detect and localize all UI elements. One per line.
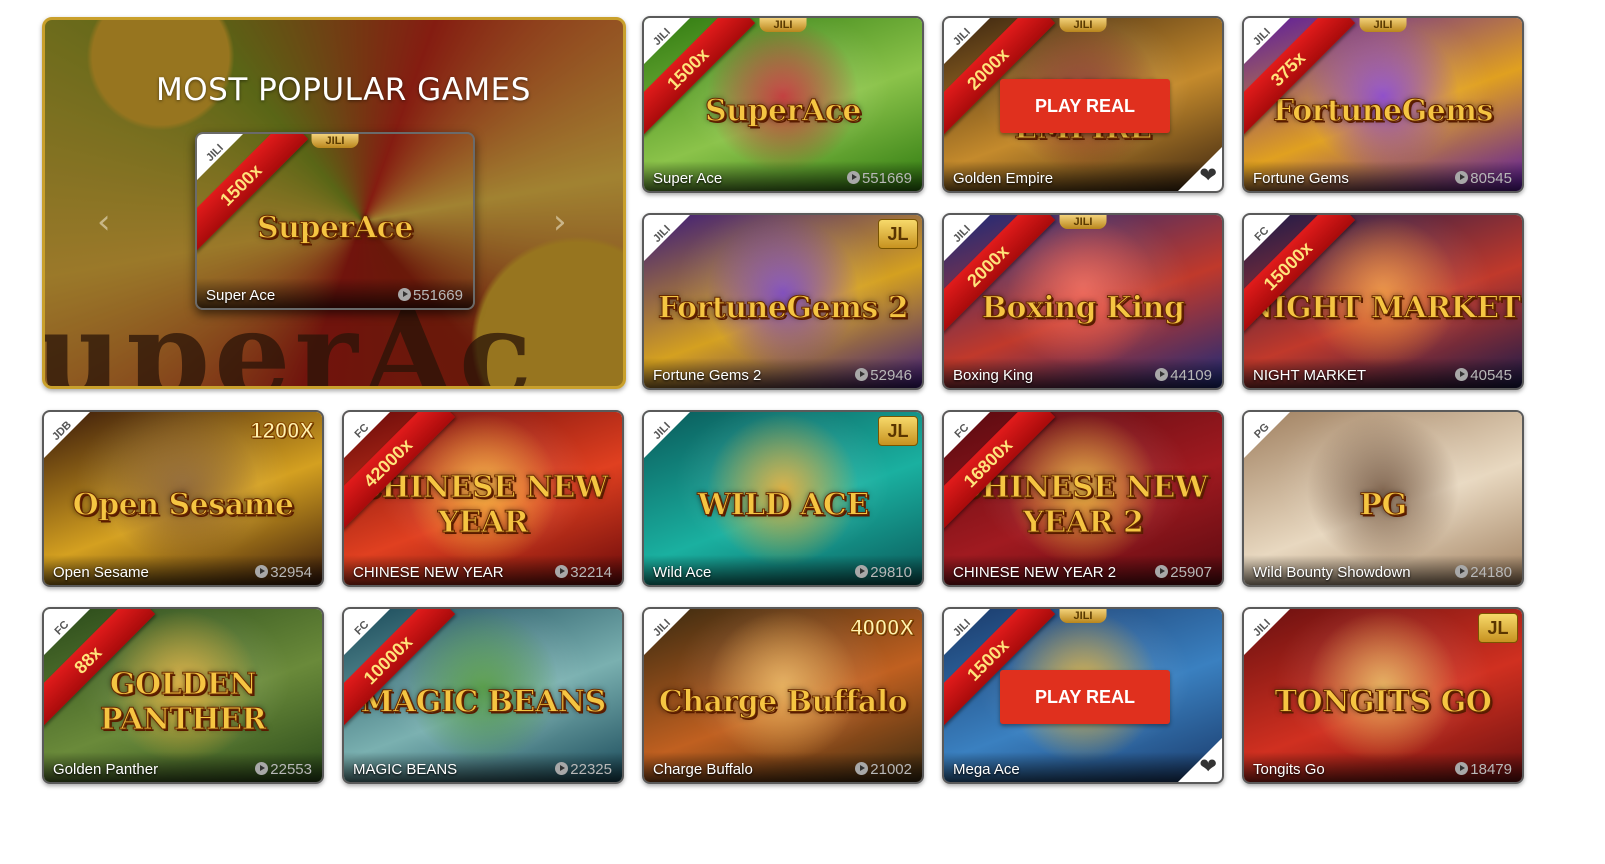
game-logo: SuperAce <box>257 210 414 246</box>
game-logo: MAGIC BEANS <box>360 684 607 720</box>
play-icon <box>1455 565 1469 578</box>
carousel-next-arrow[interactable]: › <box>553 202 567 242</box>
game-title: Golden Panther <box>53 761 159 778</box>
game-card-boxing-king[interactable]: JILI Boxing King 2000x JILI Boxing King 44109 <box>942 213 1224 390</box>
jl-badge: JL <box>878 416 918 446</box>
banner-title: MOST POPULAR GAMES <box>156 72 531 108</box>
play-icon <box>1455 171 1469 184</box>
game-card-mega-ace[interactable]: JILIMegaAce1500xJILIMega AcePLAY REAL❤ <box>942 607 1224 784</box>
play-icon <box>255 565 269 578</box>
game-logo: Open Sesame <box>72 487 294 523</box>
game-card-open-sesame[interactable]: 1200X Open Sesame JDB Open Sesame 32954 <box>42 410 324 587</box>
game-logo: SuperAce <box>705 93 862 129</box>
brand-tag: JILI <box>311 134 359 148</box>
game-card-chinese-new-year[interactable]: CHINESE NEW YEAR 42000x FC CHINESE NEW YEAR… <box>342 410 624 587</box>
play-count: 25907 <box>1155 564 1212 581</box>
play-count: 32214 <box>555 564 612 581</box>
play-icon <box>555 762 569 775</box>
play-count: 29810 <box>855 564 912 581</box>
game-card-wild-ace[interactable]: JL WILD ACE JILI Wild Ace 29810 <box>642 410 924 587</box>
carousel-prev-arrow[interactable]: ‹ <box>97 202 111 242</box>
game-logo: TONGITS GO <box>1274 684 1492 720</box>
game-title: NIGHT MARKET <box>1253 367 1367 384</box>
jl-badge: JL <box>878 219 918 249</box>
game-title: Fortune Gems 2 <box>653 367 762 384</box>
play-count: 52946 <box>855 367 912 384</box>
brand-tag: JILI <box>759 18 807 32</box>
jl-badge: JL <box>1478 613 1518 643</box>
most-popular-banner: uperAc MOST POPULAR GAMES ‹ › JILI Super… <box>42 17 626 389</box>
game-card-golden-empire[interactable]: JILIGOLDEN EMPIRE2000xJILIGolden EmpireP… <box>942 16 1224 193</box>
brand-tag: JILI <box>1059 609 1107 623</box>
game-title: CHINESE NEW YEAR <box>353 564 504 581</box>
play-icon <box>1155 565 1169 578</box>
play-count: 40545 <box>1455 367 1512 384</box>
game-title: CHINESE NEW YEAR 2 <box>953 564 1117 581</box>
game-title: Super Ace <box>653 170 723 187</box>
multiplier-label: 4000X <box>850 615 915 641</box>
heart-icon[interactable]: ❤ <box>1199 163 1217 188</box>
play-count: 44109 <box>1155 367 1212 384</box>
game-title: Golden Empire <box>953 170 1054 187</box>
play-count: 551669 <box>397 287 463 304</box>
game-logo: Boxing King <box>981 290 1185 326</box>
play-icon <box>555 565 569 578</box>
game-title: MAGIC BEANS <box>353 761 458 778</box>
game-logo: Charge Buffalo <box>658 684 908 720</box>
game-card-fortune-gems-2[interactable]: JL FortuneGems 2 JILI Fortune Gems 2 52946 <box>642 213 924 390</box>
play-count: 22325 <box>555 761 612 778</box>
play-count: 551669 <box>846 170 912 187</box>
brand-tag: JILI <box>1059 215 1107 229</box>
play-real-button[interactable]: PLAY REAL <box>1000 79 1170 133</box>
game-card-super-ace[interactable]: JILI SuperAce 1500x JILI Super Ace 551669 <box>642 16 924 193</box>
game-card-night-market[interactable]: NIGHT MARKET 15000x FC NIGHT MARKET 40545 <box>1242 213 1524 390</box>
game-logo: PG <box>1359 487 1408 523</box>
play-icon <box>855 762 869 775</box>
game-title: Charge Buffalo <box>653 761 753 778</box>
play-icon <box>855 368 869 381</box>
game-card-tongits-go[interactable]: JL TONGITS GO JILI Tongits Go 18479 <box>1242 607 1524 784</box>
game-card-magic-beans[interactable]: MAGIC BEANS 10000x FC MAGIC BEANS 22325 <box>342 607 624 784</box>
game-logo: WILD ACE <box>697 487 870 523</box>
game-title: Wild Ace <box>653 564 712 581</box>
game-title: Tongits Go <box>1253 761 1325 778</box>
game-logo: FortuneGems 2 <box>657 290 909 326</box>
play-icon <box>1455 762 1469 775</box>
game-title: Super Ace <box>206 287 276 304</box>
multiplier-label: 1200X <box>250 418 315 444</box>
game-card-chinese-new-year-2[interactable]: CHINESE NEW YEAR 2 16800x FC CHINESE NEW YE… <box>942 410 1224 587</box>
heart-icon[interactable]: ❤ <box>1199 754 1217 779</box>
game-title: Boxing King <box>953 367 1034 384</box>
game-card-fortune-gems[interactable]: JILI FortuneGems 375x JILI Fortune Gems 80545 <box>1242 16 1524 193</box>
featured-game-card[interactable]: JILI SuperAce 1500x JILI Super Ace 55166… <box>195 132 475 310</box>
brand-tag: JILI <box>1059 18 1107 32</box>
game-title: Fortune Gems <box>1253 170 1349 187</box>
game-card-golden-panther[interactable]: GOLDEN PANTHER 88x FC Golden Panther 22553 <box>42 607 324 784</box>
play-icon <box>846 171 860 184</box>
game-title: Open Sesame <box>53 564 149 581</box>
game-logo: FortuneGems <box>1273 93 1494 129</box>
play-icon <box>855 565 869 578</box>
play-count: 18479 <box>1455 761 1512 778</box>
play-count: 32954 <box>255 564 312 581</box>
play-icon <box>397 288 411 301</box>
brand-tag: JILI <box>1359 18 1407 32</box>
play-icon <box>255 762 269 775</box>
game-card-charge-buffalo[interactable]: 4000X Charge Buffalo JILI Charge Buffalo 210… <box>642 607 924 784</box>
play-icon <box>1155 368 1169 381</box>
game-logo: NIGHT MARKET <box>1245 290 1521 326</box>
play-count: 24180 <box>1455 564 1512 581</box>
play-count: 22553 <box>255 761 312 778</box>
game-card-wild-bounty-showdown[interactable]: PG PG Wild Bounty Showdown 24180 <box>1242 410 1524 587</box>
game-title: Mega Ace <box>953 761 1020 778</box>
play-real-button[interactable]: PLAY REAL <box>1000 670 1170 724</box>
play-icon <box>1455 368 1469 381</box>
play-count: 21002 <box>855 761 912 778</box>
game-title: Wild Bounty Showdown <box>1253 564 1411 581</box>
play-count: 80545 <box>1455 170 1512 187</box>
